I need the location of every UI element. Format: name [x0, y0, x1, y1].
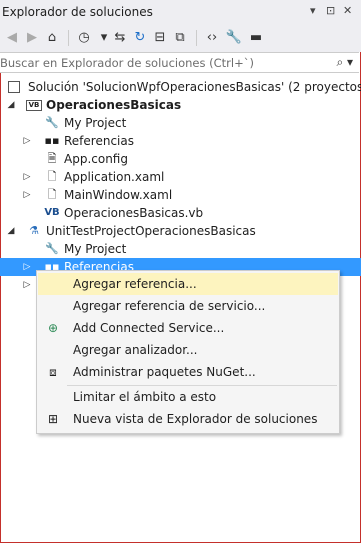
menu-item-nueva-vista[interactable]: ⊞ Nueva vista de Explorador de solucione…	[38, 408, 338, 430]
item-label: App.config	[64, 152, 128, 166]
home-icon[interactable]: ⌂	[42, 28, 62, 48]
config-icon: 🗎	[47, 152, 57, 165]
history-icon[interactable]: ◷	[74, 28, 94, 48]
collapsed-arrow-icon[interactable]: ▷	[22, 132, 32, 150]
tree-project-operaciones[interactable]: ◢ VB OperacionesBasicas	[0, 96, 361, 114]
menu-item-agregar-referencia[interactable]: Agregar referencia...	[38, 273, 338, 295]
collapse-all-icon[interactable]: ⊟	[150, 28, 170, 48]
menu-item-label: Agregar referencia de servicio...	[73, 299, 266, 313]
nuget-package-icon: ⧈	[49, 365, 57, 379]
show-all-files-icon[interactable]: ⧉	[170, 28, 190, 48]
toolbar: ◀ ▶ ⌂ ◷ ▾ ⇆ ↻ ⊟ ⧉ ‹› 🔧 ▬	[0, 24, 361, 52]
menu-item-limitar-ambito[interactable]: Limitar el ámbito a esto	[38, 386, 338, 408]
menu-item-nuget[interactable]: ⧈ Administrar paquetes NuGet...	[38, 361, 338, 383]
tree-item[interactable]: 🔧 My Project	[0, 240, 361, 258]
tree-solution[interactable]: Solución 'SolucionWpfOperacionesBasicas'…	[0, 78, 361, 96]
tree-project-unittest[interactable]: ◢ ⚗ UnitTestProjectOperacionesBasicas	[0, 222, 361, 240]
references-icon: ▪▪	[44, 134, 60, 147]
tree-item[interactable]: ▷ 🗋 Application.xaml	[0, 168, 361, 186]
project-label: UnitTestProjectOperacionesBasicas	[46, 224, 256, 238]
project-label: OperacionesBasicas	[46, 98, 182, 112]
window-title: Explorador de soluciones	[2, 5, 153, 19]
xaml-file-icon: 🗋	[47, 188, 57, 201]
wrench-icon: 🔧	[45, 242, 59, 255]
collapsed-arrow-icon[interactable]: ▷	[22, 186, 32, 204]
item-label: OperacionesBasicas.vb	[64, 206, 204, 220]
vb-file-icon: VB	[44, 207, 60, 218]
item-label: My Project	[64, 242, 127, 256]
pin-icon[interactable]: ⊡	[326, 4, 335, 17]
item-label: Referencias	[64, 134, 134, 148]
menu-item-label: Nueva vista de Explorador de soluciones	[73, 412, 318, 426]
menu-item-label: Agregar referencia...	[73, 277, 197, 291]
sync-icon[interactable]: ⇆	[110, 28, 130, 48]
xaml-file-icon: 🗋	[47, 170, 57, 183]
item-label: Application.xaml	[64, 170, 165, 184]
collapsed-arrow-icon[interactable]: ▷	[22, 276, 32, 294]
menu-item-agregar-analizador[interactable]: Agregar analizador...	[38, 339, 338, 361]
vb-project-icon: VB	[26, 100, 42, 111]
search-input[interactable]: Buscar en Explorador de soluciones (Ctrl…	[0, 56, 254, 70]
tree-item[interactable]: 🗎 App.config	[0, 150, 361, 168]
menu-item-label: Limitar el ámbito a esto	[73, 390, 217, 404]
tree-item[interactable]: ▷ ▪▪ Referencias	[0, 132, 361, 150]
solution-icon	[8, 81, 20, 93]
close-icon[interactable]: ✕	[343, 4, 352, 17]
search-dropdown-icon[interactable]: ⌕ ▾	[336, 55, 353, 70]
refresh-icon[interactable]: ↻	[130, 28, 150, 48]
menu-item-label: Add Connected Service...	[73, 321, 225, 335]
menu-item-label: Agregar analizador...	[73, 343, 198, 357]
item-label: MainWindow.xaml	[64, 188, 173, 202]
item-label: My Project	[64, 116, 127, 130]
wrench-icon: 🔧	[45, 116, 59, 129]
solution-label: Solución 'SolucionWpfOperacionesBasicas'…	[28, 80, 361, 94]
context-menu: Agregar referencia... Agregar referencia…	[36, 270, 340, 434]
connected-service-icon: ⊕	[47, 321, 59, 335]
menu-item-label: Administrar paquetes NuGet...	[73, 365, 256, 379]
collapsed-arrow-icon[interactable]: ▷	[22, 258, 32, 276]
preview-icon[interactable]: ▬	[246, 28, 266, 48]
dropdown-icon[interactable]: ▾	[310, 4, 316, 17]
expanded-arrow-icon[interactable]: ◢	[6, 222, 16, 240]
tree-item[interactable]: VB OperacionesBasicas.vb	[0, 204, 361, 222]
expanded-arrow-icon[interactable]: ◢	[6, 96, 16, 114]
back-icon[interactable]: ◀	[2, 28, 22, 48]
menu-item-add-connected-service[interactable]: ⊕ Add Connected Service...	[38, 317, 338, 339]
menu-item-agregar-referencia-servicio[interactable]: Agregar referencia de servicio...	[38, 295, 338, 317]
new-view-icon: ⊞	[47, 412, 59, 426]
tree-item[interactable]: ▷ 🗋 MainWindow.xaml	[0, 186, 361, 204]
forward-icon[interactable]: ▶	[22, 28, 42, 48]
properties-icon[interactable]: 🔧	[224, 28, 244, 48]
view-code-icon[interactable]: ‹›	[202, 28, 222, 48]
tree-item[interactable]: 🔧 My Project	[0, 114, 361, 132]
test-flask-icon: ⚗	[29, 224, 39, 237]
title-bar: Explorador de soluciones ▾ ⊡ ✕	[0, 0, 361, 24]
collapsed-arrow-icon[interactable]: ▷	[22, 168, 32, 186]
search-box[interactable]: Buscar en Explorador de soluciones (Ctrl…	[0, 52, 359, 73]
